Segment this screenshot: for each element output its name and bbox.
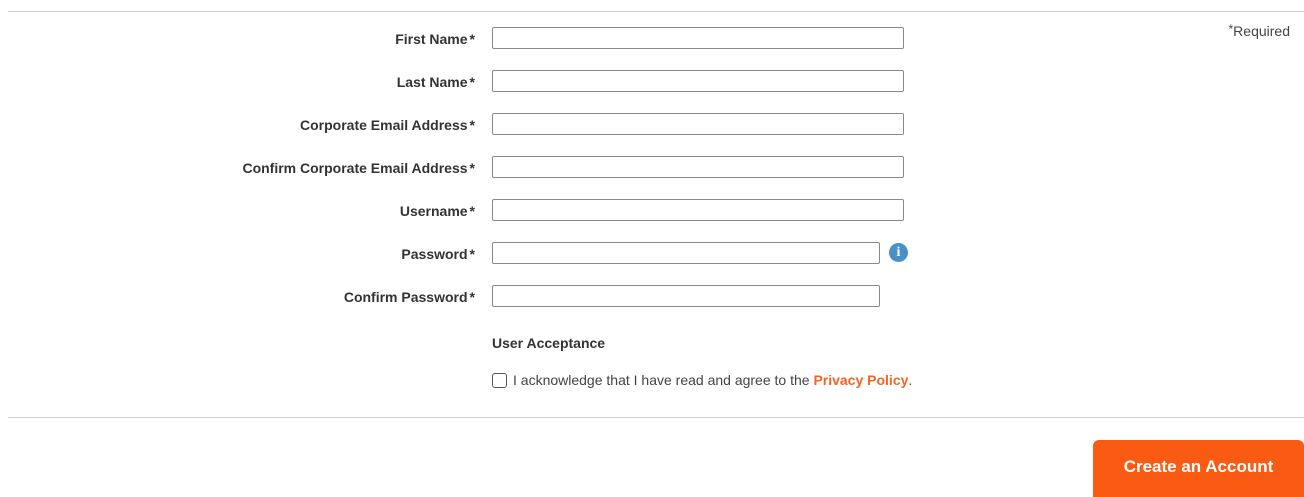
info-icon[interactable]: i — [889, 243, 908, 262]
user-acceptance-title: User Acceptance — [492, 335, 606, 351]
top-divider — [8, 11, 1304, 12]
privacy-acceptance-text: I acknowledge that I have read and agree… — [513, 372, 913, 388]
confirm-corporate-email-input[interactable] — [492, 156, 904, 178]
corporate-email-input[interactable] — [492, 113, 904, 135]
confirm-password-label: Confirm Password * — [343, 289, 475, 305]
privacy-policy-link[interactable]: Privacy Policy — [813, 372, 908, 388]
confirm-corporate-email-label: Confirm Corporate Email Address * — [242, 160, 475, 176]
username-row: Username * — [0, 199, 1304, 223]
registration-form: *Required First Name * Last Name * Corpora… — [0, 0, 1304, 497]
password-label: Password * — [401, 246, 475, 262]
create-account-button[interactable]: Create an Account — [1093, 440, 1304, 497]
last-name-input[interactable] — [492, 70, 904, 92]
bottom-divider — [8, 417, 1304, 418]
confirm-corporate-email-row: Confirm Corporate Email Address * — [0, 156, 1304, 180]
last-name-label: Last Name * — [396, 74, 475, 90]
password-input[interactable] — [492, 242, 880, 264]
username-label: Username * — [399, 203, 475, 219]
password-row: Password * i — [0, 242, 1304, 266]
confirm-password-input[interactable] — [492, 285, 880, 307]
privacy-acceptance-checkbox[interactable] — [492, 373, 507, 388]
corporate-email-label: Corporate Email Address * — [300, 117, 475, 133]
first-name-input[interactable] — [492, 27, 904, 49]
confirm-password-row: Confirm Password * — [0, 285, 1304, 309]
username-input[interactable] — [492, 199, 904, 221]
first-name-label: First Name * — [395, 31, 475, 47]
last-name-row: Last Name * — [0, 70, 1304, 94]
corporate-email-row: Corporate Email Address * — [0, 113, 1304, 137]
first-name-row: First Name * — [0, 27, 1304, 51]
